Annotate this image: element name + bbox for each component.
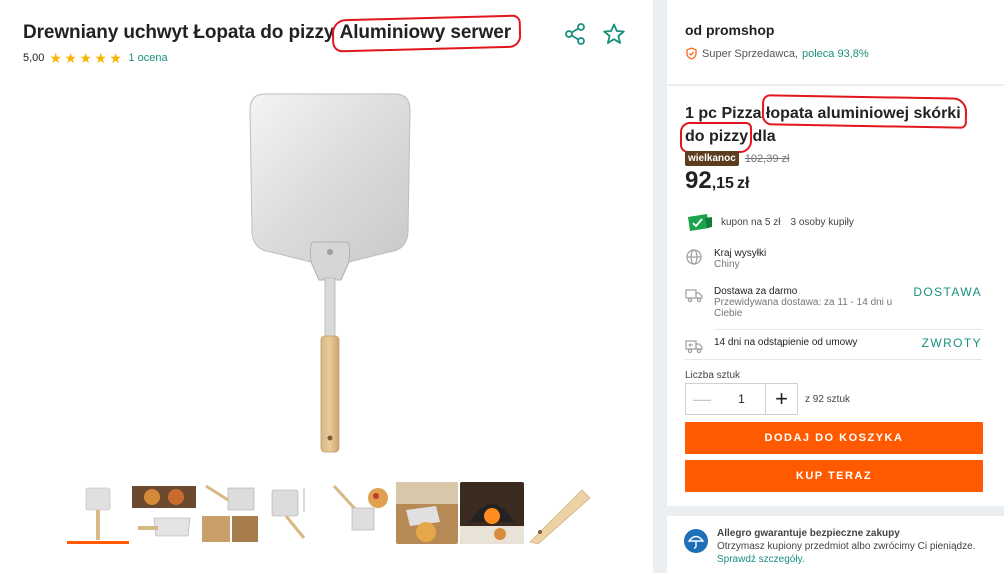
rating-value: 5,00 [23, 52, 45, 64]
thumbnail[interactable] [264, 482, 326, 544]
share-icon[interactable] [564, 23, 586, 45]
thumbnail[interactable] [66, 482, 128, 544]
offer-title-highlight: łopata aluminiowej skórki [766, 102, 961, 125]
rating-row: 5,00 ★ ★ ★ ★ ★ 1 ocena [23, 51, 168, 65]
thumbnail[interactable] [200, 482, 260, 544]
offer-card: 1 pc Pizza łopata aluminiowej skórki do p… [667, 86, 1004, 506]
seller-name[interactable]: od promshop [685, 22, 774, 38]
add-to-cart-button[interactable]: DODAJ DO KOSZYKA [685, 422, 983, 454]
product-title: Drewniany uchwyt Łopata do pizzy Alumini… [23, 22, 511, 44]
shipping-country-value: Chiny [714, 259, 740, 270]
shipping-country-label: Kraj wysyłki [714, 248, 767, 259]
buyers-count: 3 osoby kupiły [790, 216, 854, 228]
old-price: 102,39 zł [744, 152, 790, 165]
divider [715, 329, 982, 330]
guarantee-card: Allegro gwarantuje bezpieczne zakupy Otr… [667, 516, 1004, 573]
shipping-country-row: Kraj wysyłki Chiny [685, 248, 766, 270]
offer-title-part: 1 pc Pizza [685, 105, 766, 122]
offer-title-part: dla [748, 128, 776, 145]
rating-stars: ★ ★ ★ ★ ★ [49, 51, 123, 65]
truck-icon [685, 289, 703, 303]
product-title-text: Drewniany uchwyt Łopata do pizzy [23, 22, 340, 43]
quantity-label: Liczba sztuk [685, 370, 741, 381]
price-currency: zł [736, 175, 750, 192]
coupon-icon [688, 214, 712, 231]
product-main-image[interactable] [245, 92, 415, 454]
active-thumbnail-indicator [67, 541, 129, 544]
buy-now-button[interactable]: KUP TERAZ [685, 460, 983, 492]
returns-text: 14 dni na odstąpienie od umowy [714, 337, 858, 348]
coupon-text: kupon na 5 zł [721, 216, 781, 228]
super-seller-label: Super Sprzedawca, [702, 47, 798, 60]
guarantee-details-link[interactable]: Sprawdź szczegóły. [717, 554, 805, 565]
quantity-available: z 92 sztuk [805, 394, 851, 405]
promo-badge: wielkanoc [685, 151, 739, 166]
promo-row: wielkanoc 102,39 zł [685, 151, 789, 166]
thumbnail[interactable] [330, 482, 392, 544]
delivery-link[interactable]: DOSTAWA [913, 285, 982, 299]
star-icon: ★ [94, 50, 107, 66]
quantity-increase-button[interactable]: + [765, 384, 797, 414]
seller-badge-row: Super Sprzedawca, poleca 93,8% [685, 47, 869, 60]
guarantee-text: Allegro gwarantuje bezpieczne zakupy Otr… [717, 527, 987, 566]
guarantee-title: Allegro gwarantuje bezpieczne zakupy [717, 528, 900, 539]
star-icon: ★ [49, 50, 62, 66]
offer-title: 1 pc Pizza łopata aluminiowej skórki do p… [679, 102, 990, 153]
page: Drewniany uchwyt Łopata do pizzy Alumini… [0, 0, 1004, 573]
seller-card: od promshop Super Sprzedawca, poleca 93,… [667, 0, 1004, 84]
umbrella-icon [684, 529, 708, 553]
offer-title-highlight: do pizzy [679, 122, 753, 153]
delivery-title: Dostawa za darmo [714, 286, 798, 297]
return-truck-icon [685, 340, 703, 354]
returns-row: 14 dni na odstąpienie od umowy [685, 337, 857, 355]
product-title-highlight: Aluminiowy serwer [339, 22, 512, 43]
thumbnail-strip [66, 478, 596, 548]
thumbnail[interactable] [528, 482, 590, 544]
quantity-decrease-button[interactable]: — [686, 384, 718, 414]
star-icon: ★ [109, 50, 122, 66]
thumbnail[interactable] [396, 482, 458, 544]
coupon-row[interactable]: kupon na 5 zł 3 osoby kupiły [687, 213, 854, 231]
delivery-row: Dostawa za darmo Przewidywana dostawa: z… [685, 286, 900, 319]
product-gallery-panel: Drewniany uchwyt Łopata do pizzy Alumini… [0, 0, 653, 573]
rating-count-link[interactable]: 1 ocena [128, 52, 167, 64]
globe-icon [686, 249, 702, 265]
price-decimal: ,15 [711, 175, 734, 192]
price-integer: 92 [685, 167, 712, 194]
returns-link[interactable]: ZWROTY [922, 336, 982, 350]
star-icon: ★ [64, 50, 77, 66]
seller-recommend[interactable]: poleca 93,8% [802, 48, 869, 60]
divider [685, 359, 982, 360]
quantity-input[interactable]: 1 [718, 392, 765, 406]
quantity-stepper: — 1 + [685, 383, 798, 415]
price: 92,15 zł [685, 167, 749, 195]
super-seller-icon [686, 47, 697, 60]
delivery-estimate: Przewidywana dostawa: za 11 - 14 dni u C… [714, 297, 893, 319]
guarantee-body: Otrzymasz kupiony przedmiot albo zwrócim… [717, 541, 976, 552]
star-icon: ★ [79, 50, 92, 66]
thumbnail[interactable] [460, 482, 524, 544]
star-outline-icon[interactable] [602, 22, 626, 46]
thumbnail[interactable] [132, 482, 196, 544]
